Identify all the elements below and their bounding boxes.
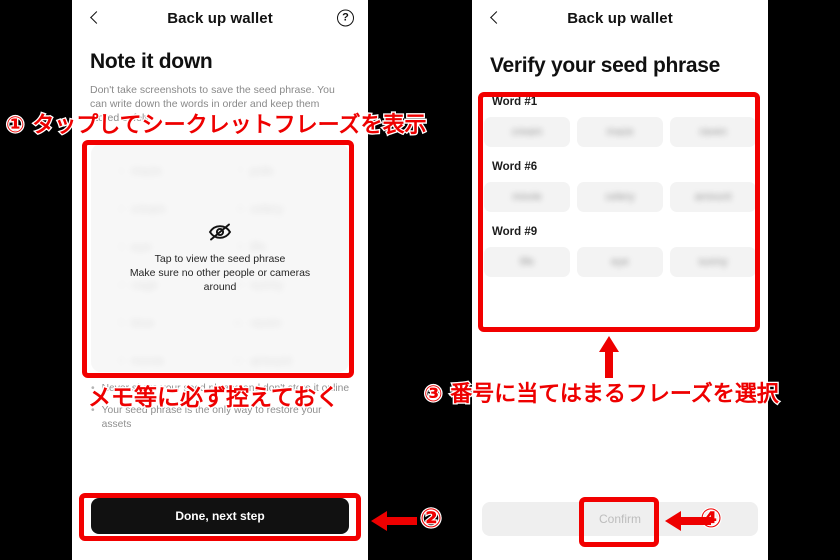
arrow-up-icon-step3: [599, 336, 619, 378]
question-circle-icon[interactable]: ?: [337, 9, 354, 27]
highlight-box-seed-area: [82, 140, 354, 378]
right-nav-title: Back up wallet: [567, 9, 673, 27]
highlight-box-done-button: [79, 493, 361, 541]
left-nav-title: Back up wallet: [167, 9, 273, 27]
annotation-step1-text: ① タップしてシークレットフレーズを表示: [5, 112, 428, 140]
arrow-left-icon-step2: [371, 511, 417, 531]
screenshot-root: Back up wallet ? Note it down Don't take…: [0, 0, 840, 560]
right-page-title: Verify your seed phrase: [490, 54, 721, 77]
annotation-step3-text: ③ 番号に当てはまるフレーズを選択: [423, 381, 780, 409]
arrow-left-icon-step4: [665, 511, 711, 531]
right-navbar: Back up wallet: [472, 0, 768, 36]
highlight-box-verify-area: [478, 92, 760, 332]
left-navbar: Back up wallet ?: [72, 0, 368, 36]
chevron-left-icon[interactable]: [486, 9, 504, 27]
annotation-step2-marker: ②: [419, 503, 443, 535]
highlight-box-confirm-button: [579, 497, 659, 547]
chevron-left-icon[interactable]: [86, 9, 104, 27]
left-page-title: Note it down: [90, 50, 213, 73]
annotation-step1-note: メモ等に必ず控えておく: [87, 384, 341, 413]
